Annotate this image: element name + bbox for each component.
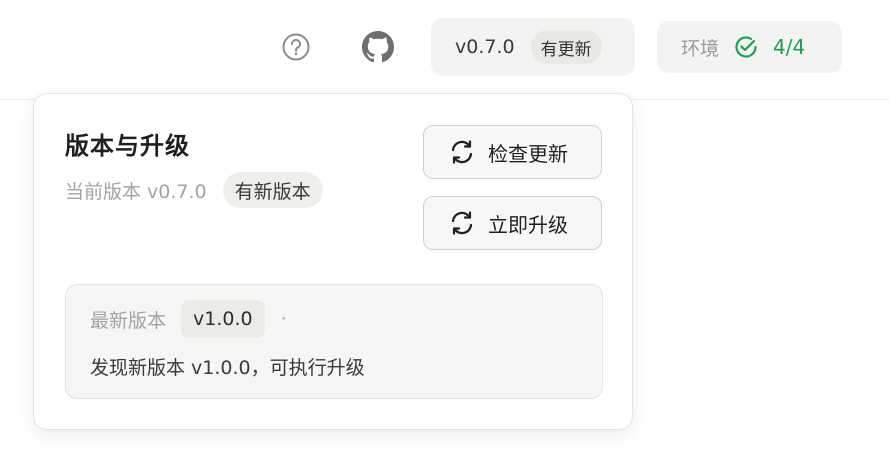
refresh-icon [451,211,473,235]
latest-version-tag: v1.0.0 [181,300,265,338]
latest-version-row: 最新版本 v1.0.0 · [90,300,287,338]
environment-status-chip[interactable]: 环境 4/4 [657,21,842,73]
latest-version-label: 最新版本 [90,309,167,332]
github-icon [362,31,394,63]
github-button[interactable] [360,29,396,65]
current-version-text: v0.7.0 [455,36,515,58]
environment-count: 4/4 [773,35,806,59]
check-update-label: 检查更新 [488,141,568,166]
upgrade-now-label: 立即升级 [488,212,568,237]
current-version-label: 当前版本 v0.7.0 [65,180,207,203]
current-version-row: 当前版本 v0.7.0 有新版本 [65,171,323,209]
page: v0.7.0 有更新 环境 4/4 版本与升级 当前版本 v0.7.0 有新版本 [0,0,889,457]
check-circle-icon [733,34,759,60]
latest-version-info-box: 最新版本 v1.0.0 · 发现新版本 v1.0.0，可执行升级 [65,284,603,399]
popover-title: 版本与升级 [65,132,190,160]
separator-dot: · [280,308,287,330]
refresh-icon [451,140,473,164]
update-available-badge: 有更新 [530,30,602,64]
upgrade-now-button[interactable]: 立即升级 [423,196,602,250]
environment-label: 环境 [681,37,720,60]
question-circle-icon [282,33,310,61]
version-upgrade-popover: 版本与升级 当前版本 v0.7.0 有新版本 检查更新 立即升级 最新版本 v1… [33,93,633,430]
upgrade-available-message: 发现新版本 v1.0.0，可执行升级 [90,357,365,379]
new-version-badge: 有新版本 [222,172,323,208]
top-bar: v0.7.0 有更新 环境 4/4 [0,0,889,100]
help-button[interactable] [278,29,314,65]
check-update-button[interactable]: 检查更新 [423,125,602,179]
version-chip[interactable]: v0.7.0 有更新 [431,18,635,76]
